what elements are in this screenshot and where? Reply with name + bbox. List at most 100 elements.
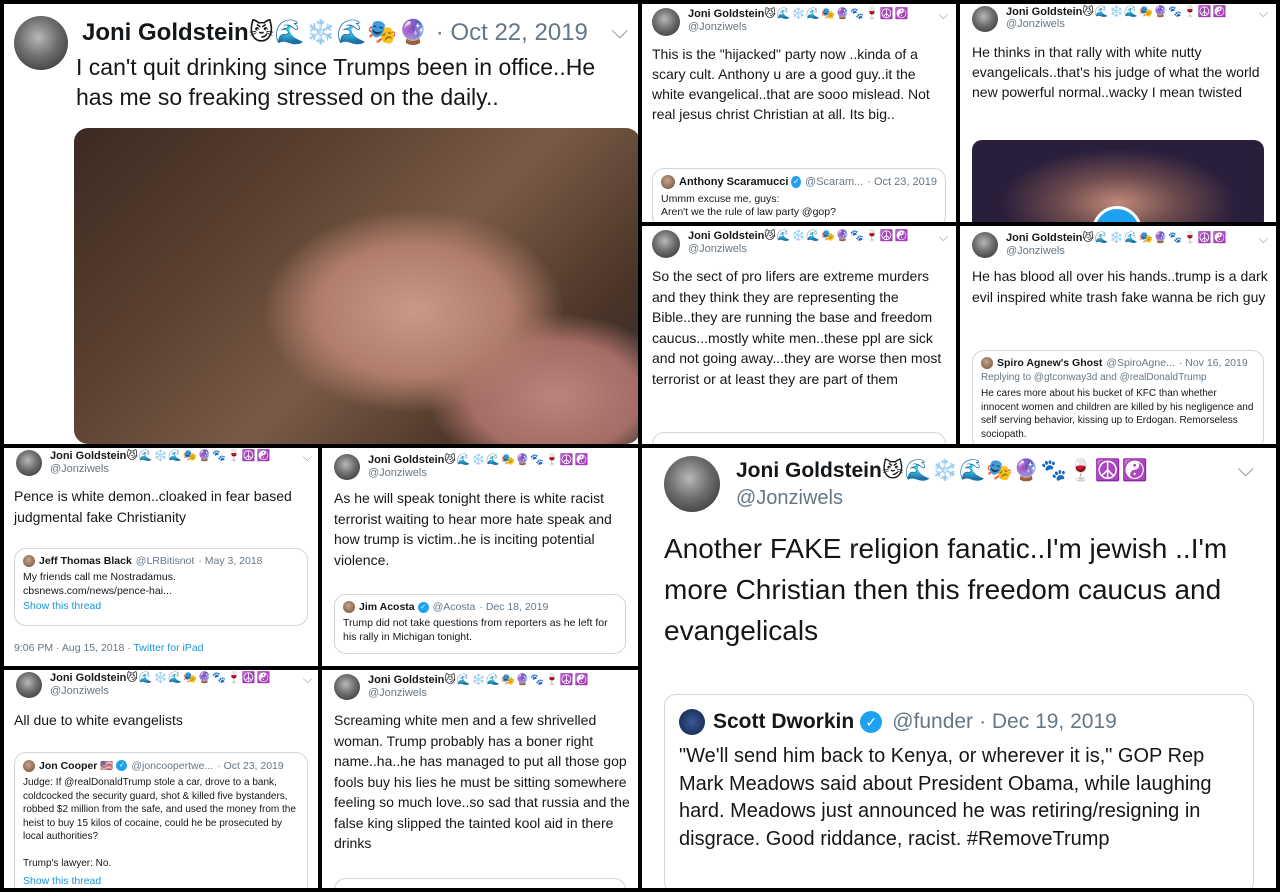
author-name[interactable]: Joni Goldstein😼🌊❄️🌊🎭🔮🐾🍷☮️☯️ <box>688 230 948 243</box>
tweet-text: Another FAKE religion fanatic..I'm jewis… <box>664 533 1228 646</box>
tweet-date[interactable]: · Oct 22, 2019 <box>436 19 588 46</box>
tweet-text: Screaming white men and a few shrivelled… <box>334 712 630 851</box>
author-emojis: 😼🌊❄️🌊🎭🔮🐾🍷☮️☯️ <box>764 8 910 20</box>
tweet-app-link[interactable]: Twitter for iPad <box>133 642 203 654</box>
author-emojis: 😼🌊❄️🌊🎭🔮🐾🍷☮️☯️ <box>126 450 272 462</box>
quote-date: · Oct 23, 2019 <box>217 759 284 772</box>
quote-text: He cares more about his bucket of KFC th… <box>981 388 1254 440</box>
author-emojis: 😼🌊❄️🌊🎭🔮🐾🍷☮️☯️ <box>444 674 590 686</box>
author-name[interactable]: Joni Goldstein😼🌊❄️🌊🎭🔮🐾🍷☮️☯️ <box>688 8 948 21</box>
avatar <box>981 357 993 369</box>
tweet-panel-4: Joni Goldstein😼🌊❄️🌊🎭🔮🐾🍷☮️☯️ @Jonziwels ⌵… <box>642 226 956 444</box>
author-handle[interactable]: @Jonziwels <box>736 487 1254 510</box>
quote-date: · Dec 18, 2019 <box>479 601 549 613</box>
avatar[interactable] <box>652 8 680 36</box>
chevron-down-icon[interactable]: ⌵ <box>1237 456 1254 482</box>
avatar <box>343 601 355 613</box>
quote-handle: @SpiroAgne... <box>1106 357 1175 369</box>
quoted-tweet[interactable]: Scott Dworkin ✓ @funder · Dec 19, 2019 "W… <box>664 694 1254 888</box>
quote-handle: @joncoopertwe... <box>131 759 214 772</box>
author-emojis: 😼🌊❄️🌊🎭🔮🐾🍷☮️☯️ <box>1082 6 1228 18</box>
avatar[interactable] <box>972 6 998 32</box>
author-handle[interactable]: @Jonziwels <box>688 243 948 256</box>
author-emojis: 😼🌊❄️🌊🎭🔮🐾🍷☮️☯️ <box>126 672 272 684</box>
tweet-photo[interactable] <box>74 128 638 444</box>
quoted-tweet[interactable] <box>652 432 946 444</box>
quoted-tweet[interactable] <box>334 878 626 888</box>
avatar[interactable] <box>16 450 42 476</box>
quote-text: "We'll send him back to Kenya, or wherev… <box>679 745 1212 850</box>
chevron-down-icon[interactable]: ⌵ <box>303 672 312 687</box>
quoted-tweet[interactable]: Spiro Agnew's Ghost @SpiroAgne... · Nov … <box>972 350 1264 444</box>
quoted-tweet[interactable]: Jeff Thomas Black @LRBitisnot · May 3, 2… <box>14 548 308 626</box>
quote-handle: @Acosta <box>432 601 476 613</box>
author-emojis: 😼🌊❄️🌊🎭🔮🐾🍷☮️☯️ <box>1082 232 1228 244</box>
replying-to: Replying to @gtconway3d and @realDonaldT… <box>981 372 1207 383</box>
tweet-text: Pence is white demon..cloaked in fear ba… <box>14 488 292 525</box>
quote-date: · Dec 19, 2019 <box>979 710 1117 733</box>
author-handle[interactable]: @Jonziwels <box>368 467 632 480</box>
avatar <box>23 555 35 567</box>
quote-handle: @funder <box>892 710 974 733</box>
tweet-footer: 9:06 PM · Aug 15, 2018 · Twitter for iPa… <box>14 642 204 654</box>
quote-handle: @Scaram... <box>805 176 864 188</box>
show-thread-link[interactable]: Show this thread <box>23 600 299 612</box>
tweet-text: All due to white evangelists <box>14 712 183 728</box>
chevron-down-icon[interactable]: ⌵ <box>939 8 948 23</box>
author-name[interactable]: Joni Goldstein😼🌊❄️🌊🎭🔮🐾🍷☮️☯️ <box>368 454 632 467</box>
quote-text: Judge: If @realDonaldTrump stole a car, … <box>23 777 296 869</box>
avatar[interactable] <box>16 672 42 698</box>
author-handle[interactable]: @Jonziwels <box>688 21 948 34</box>
avatar[interactable] <box>972 232 998 258</box>
avatar[interactable] <box>334 454 360 480</box>
chevron-down-icon[interactable]: ⌵ <box>611 18 628 44</box>
quote-author: Jim Acosta <box>359 601 415 613</box>
verified-icon: ✓ <box>791 176 802 188</box>
author-name[interactable]: Joni Goldstein😼🌊❄️🌊🎭🔮🐾🍷☮️☯️ <box>736 458 1254 483</box>
tweet-panel-1: Joni Goldstein😼🌊❄️🌊🎭🔮 · Oct 22, 2019 ⌵ I… <box>4 4 638 444</box>
quote-author: Jon Cooper 🇺🇸 <box>39 760 114 772</box>
author-name[interactable]: Joni Goldstein😼🌊❄️🌊🎭🔮🐾🍷☮️☯️ <box>50 450 312 463</box>
quote-author: Anthony Scaramucci <box>679 176 789 188</box>
quoted-tweet[interactable]: Anthony Scaramucci ✓ @Scaram... · Oct 23,… <box>652 168 946 222</box>
quote-date: · Oct 23, 2019 <box>867 176 937 188</box>
quoted-tweet[interactable]: Jon Cooper 🇺🇸 ✓ @joncoopertwe... · Oct 23… <box>14 752 308 888</box>
quote-author: Spiro Agnew's Ghost <box>997 357 1103 369</box>
chevron-down-icon[interactable]: ⌵ <box>1259 232 1268 247</box>
author-name[interactable]: Joni Goldstein😼🌊❄️🌊🎭🔮🐾🍷☮️☯️ <box>368 674 632 687</box>
quote-author: Scott Dworkin <box>713 710 855 733</box>
quote-date: · May 3, 2018 <box>198 555 263 567</box>
quote-text: Ummm excuse me, guys: Aren't we the rule… <box>661 193 836 218</box>
chevron-down-icon[interactable]: ⌵ <box>303 450 312 465</box>
verified-icon: ✓ <box>116 760 128 771</box>
chevron-down-icon[interactable]: ⌵ <box>939 230 948 245</box>
tweet-timestamp[interactable]: 9:06 PM · Aug 15, 2018 · <box>14 642 133 654</box>
avatar[interactable] <box>14 16 68 70</box>
tweet-panel-8: Joni Goldstein😼🌊❄️🌊🎭🔮🐾🍷☮️☯️ @Jonziwels ⌵… <box>642 448 1276 888</box>
author-emojis: 😼🌊❄️🌊🎭🔮 <box>248 19 430 46</box>
author-handle[interactable]: @Jonziwels <box>1006 245 1268 258</box>
tweet-text: I can't quit drinking since Trumps been … <box>76 54 596 110</box>
author-name[interactable]: Joni Goldstein😼🌊❄️🌊🎭🔮🐾🍷☮️☯️ <box>1006 232 1268 245</box>
chevron-down-icon[interactable]: ⌵ <box>1259 6 1268 21</box>
tweet-panel-5: Joni Goldstein😼🌊❄️🌊🎭🔮🐾🍷☮️☯️ @Jonziwels ⌵… <box>960 226 1276 444</box>
author-handle[interactable]: @Jonziwels <box>368 687 632 700</box>
author-handle[interactable]: @Jonziwels <box>50 463 312 476</box>
quote-handle: @LRBitisnot <box>135 555 195 567</box>
author-name[interactable]: Joni Goldstein😼🌊❄️🌊🎭🔮🐾🍷☮️☯️ <box>50 672 312 685</box>
author-emojis: 😼🌊❄️🌊🎭🔮🐾🍷☮️☯️ <box>444 454 590 466</box>
avatar[interactable] <box>334 674 360 700</box>
quote-author: Jeff Thomas Black <box>39 555 132 567</box>
author-name[interactable]: Joni Goldstein😼🌊❄️🌊🎭🔮🐾🍷☮️☯️ <box>1006 6 1268 18</box>
author-handle[interactable]: @Jonziwels <box>50 685 312 698</box>
tweet-video[interactable] <box>972 140 1264 222</box>
avatar[interactable] <box>652 230 680 258</box>
author-name[interactable]: Joni Goldstein <box>82 19 249 46</box>
avatar[interactable] <box>664 456 720 512</box>
author-handle[interactable]: @Jonziwels <box>1006 18 1268 30</box>
avatar <box>679 709 705 735</box>
show-thread-link[interactable]: Show this thread <box>23 875 299 887</box>
play-icon[interactable] <box>1092 206 1142 222</box>
tweet-panel-6: Joni Goldstein😼🌊❄️🌊🎭🔮🐾🍷☮️☯️ @Jonziwels ⌵… <box>4 448 318 666</box>
quoted-tweet[interactable]: Jim Acosta ✓ @Acosta · Dec 18, 2019 Trump… <box>334 594 626 654</box>
